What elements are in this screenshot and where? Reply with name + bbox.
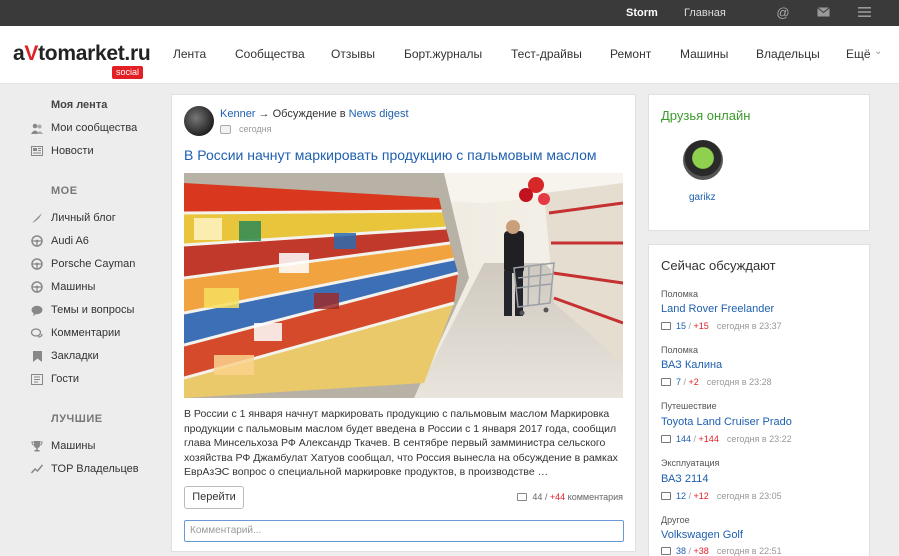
discuss-topic-link[interactable]: Land Rover Freelander <box>661 303 774 315</box>
sidebar-item-top-owners[interactable]: TOP Владельцев <box>30 461 139 477</box>
discuss-stats: 12 / +12 сегодня в 23:05 <box>661 491 782 501</box>
nav-cars[interactable]: Машины <box>680 47 728 61</box>
sidebar-my-feed[interactable]: Моя лента <box>51 99 107 111</box>
sidebar-item-blog[interactable]: Личный блог <box>30 210 116 226</box>
nav-owners[interactable]: Владельцы <box>756 47 820 61</box>
comments-count[interactable]: 44 / +44 комментария <box>517 492 623 502</box>
main-header: aVtomarket.ru social Лента Сообщества От… <box>0 26 899 84</box>
sidebar-item-guests[interactable]: Гости <box>30 371 79 387</box>
chat-bubble-icon <box>30 303 44 317</box>
top-bar: Storm Главная @ <box>0 0 899 26</box>
discuss-category: Эксплуатация <box>661 458 720 468</box>
home-link[interactable]: Главная <box>684 7 726 19</box>
sidebar-item-my-communities[interactable]: Мои сообщества <box>30 120 137 136</box>
comments-icon <box>30 326 44 340</box>
discuss-stats: 15 / +15 сегодня в 23:37 <box>661 321 782 331</box>
friend-avatar[interactable] <box>683 140 723 180</box>
nav-repair[interactable]: Ремонт <box>610 47 651 61</box>
discuss-stats: 144 / +144 сегодня в 23:22 <box>661 434 792 444</box>
chevron-down-icon[interactable]: ⌄ <box>874 46 882 57</box>
discuss-category: Другое <box>661 515 690 525</box>
site-logo[interactable]: aVtomarket.ru <box>13 42 151 66</box>
people-icon <box>30 121 44 135</box>
discuss-category: Поломка <box>661 289 698 299</box>
friend-name-link[interactable]: garikz <box>689 192 716 203</box>
sidebar-item-bookmarks[interactable]: Закладки <box>30 348 99 364</box>
post-meta: Kenner → Обсуждение в News digest <box>220 108 409 120</box>
bookmark-icon <box>30 349 44 363</box>
newspaper-icon <box>30 144 44 158</box>
steering-wheel-icon <box>30 257 44 271</box>
comment-input[interactable]: Комментарий... <box>184 520 624 542</box>
sidebar-item-best-cars[interactable]: Машины <box>30 438 95 454</box>
username-link[interactable]: Storm <box>626 7 658 19</box>
comment-icon <box>661 492 671 500</box>
nav-logbooks[interactable]: Борт.журналы <box>404 47 482 61</box>
sidebar-section-best: ЛУЧШИЕ <box>51 413 103 425</box>
guests-icon <box>30 372 44 386</box>
discuss-stats: 7 / +2 сегодня в 23:28 <box>661 377 772 387</box>
comment-icon <box>661 547 671 555</box>
post-card: Kenner → Обсуждение в News digest сегодн… <box>171 94 636 552</box>
discuss-topic-link[interactable]: ВАЗ 2114 <box>661 473 709 485</box>
comment-icon <box>661 435 671 443</box>
at-icon[interactable]: @ <box>775 5 791 21</box>
sidebar-item-comments[interactable]: Комментарии <box>30 325 120 341</box>
discussing-now-card: Сейчас обсуждают Поломка Land Rover Free… <box>648 244 870 556</box>
sidebar-item-porsche-cayman[interactable]: Porsche Cayman <box>30 256 135 272</box>
friends-title: Друзья онлайн <box>661 108 751 123</box>
mail-icon[interactable] <box>815 5 831 21</box>
trend-icon <box>30 462 44 476</box>
nav-testdrives[interactable]: Тест-драйвы <box>511 47 582 61</box>
post-body: В России с 1 января начнут маркировать п… <box>184 408 618 478</box>
goto-button[interactable]: Перейти <box>184 486 244 509</box>
discuss-topic-link[interactable]: ВАЗ Калина <box>661 359 722 371</box>
trophy-icon <box>30 439 44 453</box>
discuss-stats: 38 / +38 сегодня в 22:51 <box>661 546 782 556</box>
nav-reviews[interactable]: Отзывы <box>331 47 375 61</box>
sidebar-section-mine: МОЕ <box>51 185 78 197</box>
discuss-category: Поломка <box>661 345 698 355</box>
nav-feed[interactable]: Лента <box>173 47 206 61</box>
comment-icon <box>661 378 671 386</box>
discuss-category: Путешествие <box>661 401 717 411</box>
steering-wheel-icon <box>30 234 44 248</box>
discuss-topic-link[interactable]: Volkswagen Golf <box>661 529 743 541</box>
friends-online-card: Друзья онлайн garikz <box>648 94 870 231</box>
avatar[interactable] <box>184 106 214 136</box>
discuss-topic-link[interactable]: Toyota Land Cruiser Prado <box>661 416 792 428</box>
sidebar-item-topics[interactable]: Темы и вопросы <box>30 302 134 318</box>
comment-icon <box>220 124 231 134</box>
post-time: сегодня <box>220 124 272 134</box>
group-link[interactable]: News digest <box>349 108 409 120</box>
feather-icon <box>30 211 44 225</box>
post-image[interactable] <box>184 173 623 398</box>
sidebar-item-cars[interactable]: Машины <box>30 279 95 295</box>
sidebar-item-audi-a6[interactable]: Audi A6 <box>30 233 89 249</box>
nav-more[interactable]: Ещё <box>846 47 871 61</box>
comment-icon <box>661 322 671 330</box>
logo-badge: social <box>112 66 144 79</box>
steering-wheel-icon <box>30 280 44 294</box>
post-arrow-text: → Обсуждение в <box>258 108 346 120</box>
nav-communities[interactable]: Сообщества <box>235 47 305 61</box>
sidebar-item-news[interactable]: Новости <box>30 143 94 159</box>
discuss-title: Сейчас обсуждают <box>661 258 776 273</box>
menu-icon[interactable] <box>856 5 872 21</box>
author-link[interactable]: Kenner <box>220 108 255 120</box>
post-title[interactable]: В России начнут маркировать продукцию с … <box>184 147 597 163</box>
comment-icon <box>517 493 528 501</box>
